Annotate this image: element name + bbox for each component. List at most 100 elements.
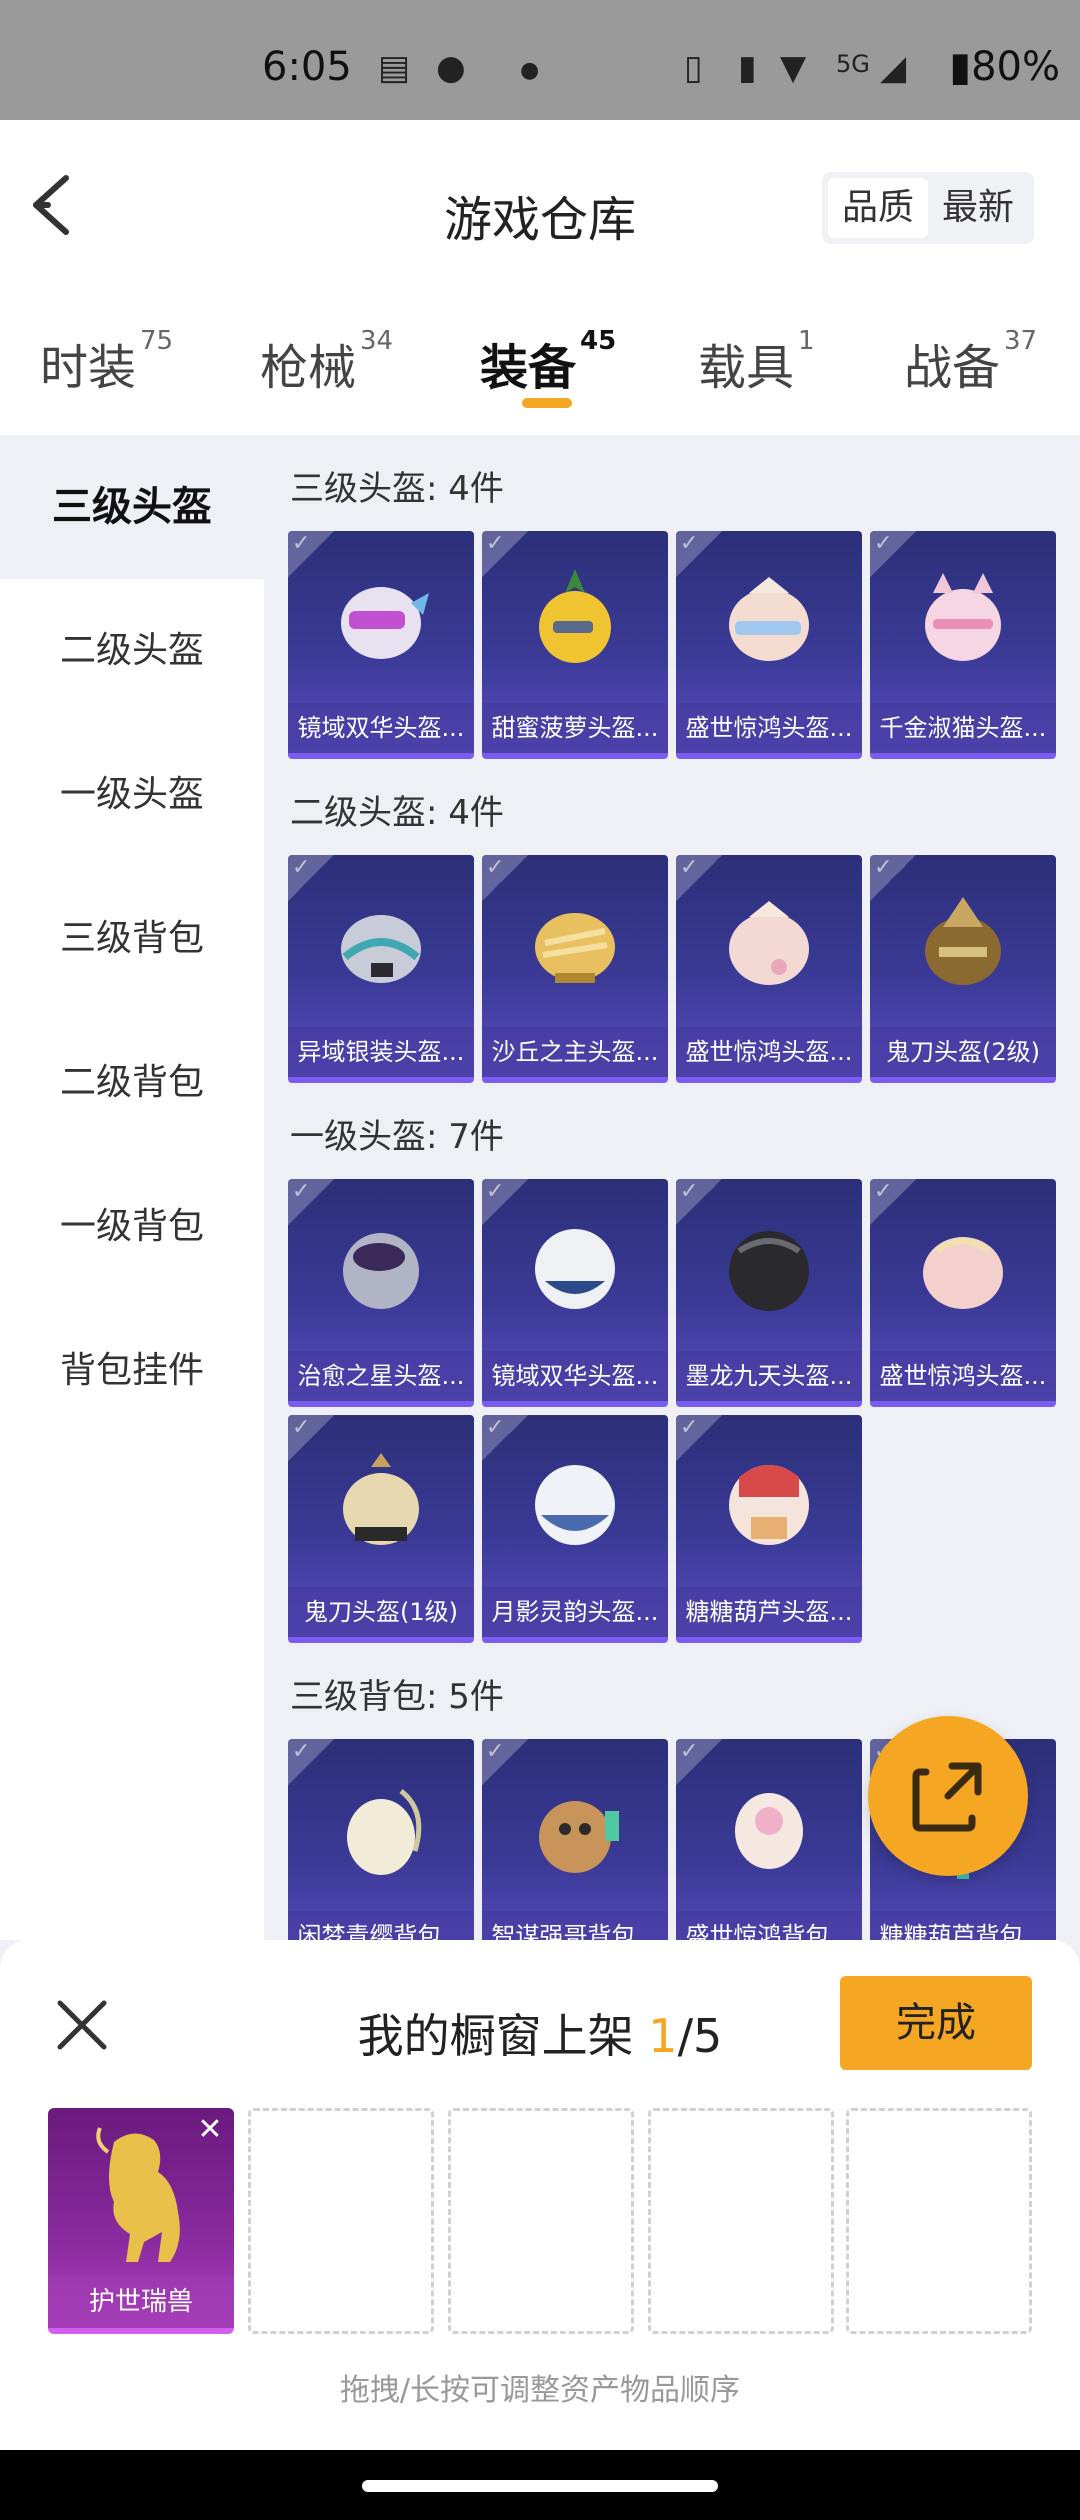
sidebar-item-level1-helmet[interactable]: 一级头盔 xyxy=(0,723,264,867)
item-card[interactable]: ✓ 沙丘之主头盔... xyxy=(482,855,668,1083)
remove-slot-icon[interactable]: ✕ xyxy=(192,2112,228,2148)
item-name: 沙丘之主头盔... xyxy=(482,1027,668,1077)
sort-toggle: 品质 最新 xyxy=(822,172,1034,244)
item-name: 鬼刀头盔(1级) xyxy=(288,1587,474,1637)
section-title: 三级背包: 5件 xyxy=(290,1677,504,1717)
item-name: 镜域双华头盔... xyxy=(482,1351,668,1401)
helmet-icon xyxy=(729,901,809,985)
wechat-icon: ● xyxy=(436,48,466,88)
sidebar-item-backpack-charm[interactable]: 背包挂件 xyxy=(0,1299,264,1443)
sort-quality-button[interactable]: 品质 xyxy=(828,178,928,238)
backpack-icon xyxy=(539,1801,619,1873)
tab-label: 装备 xyxy=(480,340,577,396)
home-indicator[interactable] xyxy=(362,2480,718,2492)
network-label: 5G xyxy=(836,50,870,78)
app-header: 游戏仓库 品质 最新 xyxy=(0,120,1080,290)
sidebar-item-level3-helmet[interactable]: 三级头盔 xyxy=(0,435,264,579)
showcase-count-current: 1 xyxy=(648,2009,678,2063)
item-card[interactable]: ✓ 墨龙九天头盔... xyxy=(676,1179,862,1407)
item-card[interactable]: ✓ 异域银装头盔... xyxy=(288,855,474,1083)
helmet-icon xyxy=(343,1233,419,1309)
helmet-icon xyxy=(343,1453,419,1545)
item-name: 千金淑猫头盔... xyxy=(870,703,1056,753)
check-icon: ✓ xyxy=(482,1739,528,1785)
sheet-title-text: 我的橱窗上架 xyxy=(357,2009,634,2063)
sidebar: 三级头盔 二级头盔 一级头盔 三级背包 二级背包 一级背包 背包挂件 xyxy=(0,435,264,1940)
helmet-icon xyxy=(341,587,429,659)
item-card[interactable]: ✓ 镜域双华头盔... xyxy=(482,1179,668,1407)
sort-latest-button[interactable]: 最新 xyxy=(928,178,1028,238)
item-name: 智谋强哥背包... xyxy=(482,1911,668,1940)
backpack-icon xyxy=(347,1789,422,1875)
tab-equipment[interactable]: 装备 45 xyxy=(480,326,617,398)
item-name: 墨龙九天头盔... xyxy=(676,1351,862,1401)
tab-fashion[interactable]: 时装 75 xyxy=(40,326,174,398)
showcase-slot-filled[interactable]: ✕ 护世瑞兽 xyxy=(48,2108,234,2334)
reorder-hint: 拖拽/长按可调整资产物品顺序 xyxy=(339,2373,741,2408)
item-card[interactable]: ✓ 闲梦青缨背包... xyxy=(288,1739,474,1940)
helmet-icon xyxy=(925,573,1001,661)
helmet-icon xyxy=(923,1237,1003,1309)
tab-count: 75 xyxy=(140,326,174,356)
item-card[interactable]: ✓ 千金淑猫头盔... xyxy=(870,531,1056,759)
tab-vehicles[interactable]: 载具 1 xyxy=(698,326,815,398)
tab-count: 34 xyxy=(360,326,394,356)
check-icon: ✓ xyxy=(482,855,528,901)
check-icon: ✓ xyxy=(676,855,722,901)
share-fab-button[interactable] xyxy=(868,1716,1028,1876)
check-icon: ✓ xyxy=(676,1415,722,1461)
showcase-slot-empty[interactable] xyxy=(648,2108,834,2334)
check-icon: ✓ xyxy=(676,1179,722,1225)
sidebar-item-level2-backpack[interactable]: 二级背包 xyxy=(0,1011,264,1155)
section-title: 二级头盔: 4件 xyxy=(290,793,504,833)
check-icon: ✓ xyxy=(482,531,528,577)
sidebar-item-level1-backpack[interactable]: 一级背包 xyxy=(0,1155,264,1299)
item-card[interactable]: ✓ 鬼刀头盔(2级) xyxy=(870,855,1056,1083)
item-name: 异域银装头盔... xyxy=(288,1027,474,1077)
item-name: 盛世惊鸿背包... xyxy=(676,1911,862,1940)
check-icon: ✓ xyxy=(482,1415,528,1461)
signal-icon: ◢ xyxy=(880,48,907,88)
item-card[interactable]: ✓ 盛世惊鸿头盔... xyxy=(870,1179,1056,1407)
tab-supplies[interactable]: 战备 37 xyxy=(904,326,1037,398)
check-icon: ✓ xyxy=(288,1415,334,1461)
done-button[interactable]: 完成 xyxy=(840,1976,1032,2070)
status-time: 6:05 xyxy=(262,44,352,90)
vibrate-icon: ▯ xyxy=(684,48,703,88)
active-tab-indicator xyxy=(522,398,572,408)
sidebar-item-level2-helmet[interactable]: 二级头盔 xyxy=(0,579,264,723)
check-icon: ✓ xyxy=(676,1739,722,1785)
battery-icon: ▮ xyxy=(949,44,972,90)
showcase-slot-empty[interactable] xyxy=(846,2108,1032,2334)
check-icon: ✓ xyxy=(482,1179,528,1225)
helmet-icon xyxy=(539,569,611,663)
showcase-sheet: 我的橱窗上架 1/5 完成 ✕ 护世瑞兽 拖拽/长按可调整资产物品顺序 xyxy=(0,1940,1080,2450)
tab-label: 战备 xyxy=(904,340,1001,396)
item-card[interactable]: ✓ 治愈之星头盔... xyxy=(288,1179,474,1407)
category-tabs: 时装 75 枪械 34 装备 45 载具 1 战备 37 xyxy=(0,290,1080,435)
item-name: 镜域双华头盔... xyxy=(288,703,474,753)
item-card[interactable]: ✓ 盛世惊鸿头盔... xyxy=(676,531,862,759)
showcase-slot-empty[interactable] xyxy=(448,2108,634,2334)
item-name: 盛世惊鸿头盔... xyxy=(676,1027,862,1077)
item-card[interactable]: ✓ 镜域双华头盔... xyxy=(288,531,474,759)
helmet-icon xyxy=(535,913,615,983)
item-name: 甜蜜菠萝头盔... xyxy=(482,703,668,753)
item-card[interactable]: ✓ 甜蜜菠萝头盔... xyxy=(482,531,668,759)
item-name: 鬼刀头盔(2级) xyxy=(870,1027,1056,1077)
showcase-slot-empty[interactable] xyxy=(248,2108,434,2334)
item-card[interactable]: ✓ 糖糖葫芦头盔... xyxy=(676,1415,862,1643)
item-name: 月影灵韵头盔... xyxy=(482,1587,668,1637)
item-card[interactable]: ✓ 月影灵韵头盔... xyxy=(482,1415,668,1643)
showcase-count-total: /5 xyxy=(677,2009,723,2063)
tab-count: 45 xyxy=(580,326,617,356)
item-card[interactable]: ✓ 智谋强哥背包... xyxy=(482,1739,668,1940)
sidebar-item-level3-backpack[interactable]: 三级背包 xyxy=(0,867,264,1011)
item-card[interactable]: ✓ 盛世惊鸿背包... xyxy=(676,1739,862,1940)
helmet-icon xyxy=(341,915,421,983)
item-card[interactable]: ✓ 鬼刀头盔(1级) xyxy=(288,1415,474,1643)
tab-weapons[interactable]: 枪械 34 xyxy=(260,326,394,398)
item-card[interactable]: ✓ 盛世惊鸿头盔... xyxy=(676,855,862,1083)
backpack-icon xyxy=(735,1793,803,1869)
check-icon: ✓ xyxy=(676,531,722,577)
